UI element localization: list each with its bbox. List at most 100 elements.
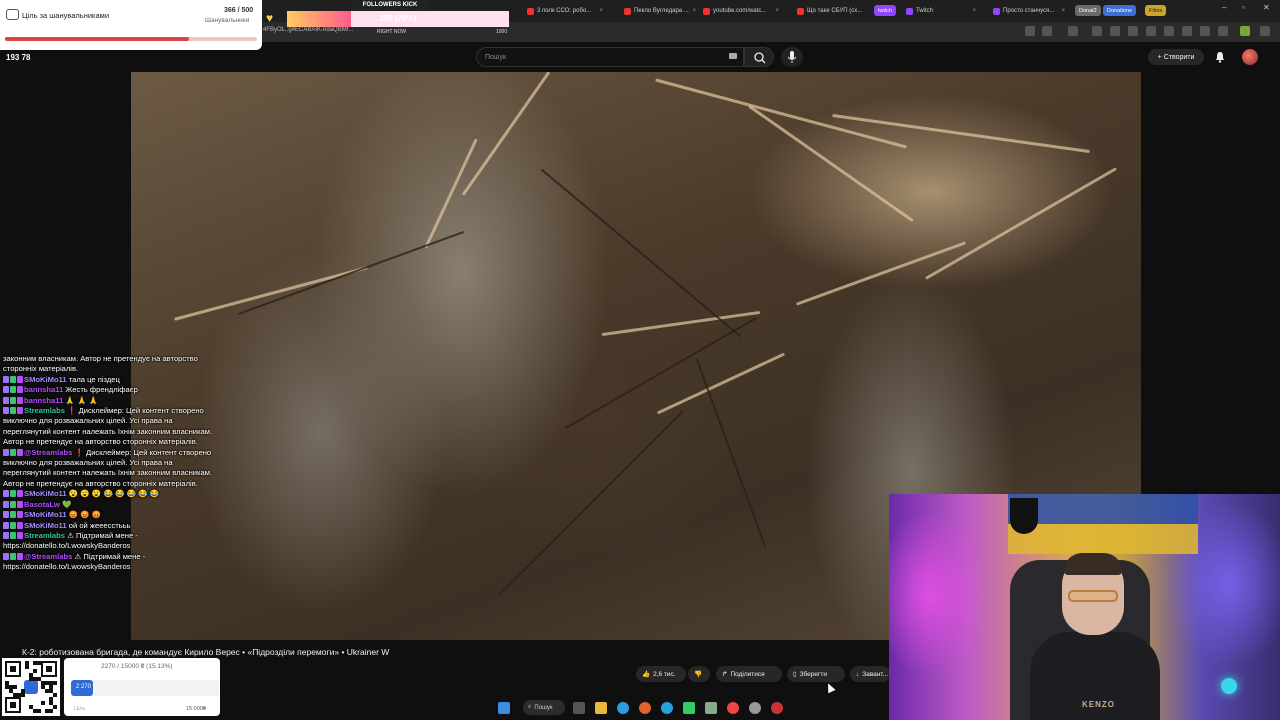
minimize-icon[interactable]: –	[1222, 3, 1226, 12]
chat-message: SMoKiMo11 ой ой жееесстььь	[3, 521, 217, 531]
tab-label: 3 полк ССО: робо...	[537, 8, 592, 14]
qr-module	[53, 693, 57, 697]
chat-message: bannsha11 Жесть френдліфаєр	[3, 385, 217, 395]
chat-badge-icon	[17, 552, 23, 560]
browser-tab[interactable]: youtube.com/watc... ×	[699, 3, 783, 19]
task-view-icon[interactable]	[573, 702, 585, 714]
browser-tab[interactable]: Пекло Вугледара ... ×	[620, 3, 700, 19]
browser-tab[interactable]: Просто станчуся... ×	[989, 3, 1069, 19]
close-window-icon[interactable]: ✕	[1263, 3, 1270, 12]
extension-icon[interactable]	[1092, 26, 1102, 36]
chrome-icon[interactable]	[727, 702, 739, 714]
app-icon[interactable]	[749, 702, 761, 714]
translate-icon[interactable]	[1025, 26, 1035, 36]
video-detail	[924, 167, 1118, 280]
voice-search-button[interactable]	[781, 47, 803, 67]
file-explorer-icon[interactable]	[595, 702, 607, 714]
chat-badge-icon	[17, 500, 23, 508]
close-tab-icon[interactable]: ×	[972, 8, 976, 14]
goal-progress-fill	[5, 37, 190, 41]
browser-tab[interactable]: Що таке СБУП (сх...×	[793, 3, 863, 19]
chat-badge-icon	[17, 386, 23, 394]
video-detail	[237, 231, 465, 315]
share-label: Поділитися	[730, 670, 765, 678]
chat-badge-icon	[10, 386, 16, 394]
search-button[interactable]	[744, 47, 774, 67]
extension-icon[interactable]	[1110, 26, 1120, 36]
menu-icon[interactable]	[1260, 26, 1270, 36]
qr-code	[2, 658, 60, 716]
chat-username: @Streamlabs	[24, 447, 73, 457]
close-tab-icon[interactable]: ×	[775, 8, 779, 14]
app-icon[interactable]	[705, 702, 717, 714]
app-icon[interactable]	[683, 702, 695, 714]
edge-icon[interactable]	[617, 702, 629, 714]
chat-badge-icon	[10, 500, 16, 508]
taskbar-search[interactable]: ⌕ Пошук	[523, 700, 565, 715]
taskbar-search-label: Пошук	[534, 704, 553, 711]
profile-icon[interactable]	[1240, 26, 1250, 36]
qr-module	[49, 709, 53, 713]
firefox-icon[interactable]	[639, 702, 651, 714]
bookmark-donat2[interactable]: Donat2	[1075, 5, 1101, 16]
tab-twitch-pill[interactable]: twitch	[874, 5, 897, 16]
chat-message: SMoKiMo11 😮 😮 😮 😂 😂 😂 😂 😂	[3, 489, 217, 499]
extension-icon[interactable]	[1164, 26, 1174, 36]
donation-raised: 2 270	[76, 684, 92, 690]
chat-message: Streamlabs ⚠ Підтримай мене - https://do…	[3, 531, 217, 552]
extension-icon[interactable]	[1200, 26, 1210, 36]
lamp	[1221, 678, 1237, 694]
chat-message: законним власникам. Автор не претендує н…	[3, 354, 217, 375]
extension-icon[interactable]	[1218, 26, 1228, 36]
chat-message: Streamlabs ❗ Дисклеймер: Цей контент ств…	[3, 406, 217, 448]
create-button[interactable]: + Створити	[1148, 49, 1204, 65]
extension-icon[interactable]	[1182, 26, 1192, 36]
chat-username: Streamlabs	[24, 406, 65, 416]
bookmark-films[interactable]: Films	[1145, 5, 1167, 16]
chat-message: @Streamlabs ⚠ Підтримай мене - https://d…	[3, 552, 217, 573]
video-detail	[174, 266, 368, 321]
video-title: К-2: роботизована бригада, де командує К…	[22, 647, 390, 657]
chat-username: SMoKiMo11	[24, 374, 67, 384]
chat-username: bannsha11	[24, 395, 64, 405]
video-detail	[832, 113, 1090, 154]
qr-module	[53, 681, 57, 685]
thumbs-down-icon: 👎	[694, 671, 703, 678]
shirt-text: KENZO	[1082, 700, 1115, 709]
extension-icon[interactable]	[1146, 26, 1156, 36]
close-tab-icon[interactable]: ×	[1061, 8, 1065, 14]
video-detail	[461, 72, 551, 196]
keyboard-icon[interactable]	[729, 53, 737, 59]
qr-module	[37, 661, 41, 665]
chat-text: 😡 😡 😡	[68, 510, 102, 520]
bell-icon[interactable]	[1213, 50, 1227, 64]
star-icon[interactable]	[1042, 26, 1052, 36]
search-input[interactable]: Пошук	[476, 47, 744, 67]
goal-title: Ціль за шанувальниками	[22, 11, 110, 20]
extension-icon[interactable]	[1068, 26, 1078, 36]
qr-module	[37, 709, 41, 713]
share-button[interactable]: ↱ Поділитися	[716, 666, 782, 682]
browser-tab[interactable]: Twitch ×	[902, 3, 980, 19]
extension-icon[interactable]	[1128, 26, 1138, 36]
windows-start-icon[interactable]	[498, 702, 510, 714]
dislike-button[interactable]: 👎	[688, 666, 710, 682]
chat-badge-icon	[17, 448, 23, 456]
maximize-icon[interactable]: ▫	[1242, 3, 1245, 12]
close-tab-icon[interactable]: ×	[692, 8, 696, 14]
screen: 3 полк ССО: робо... × Пекло Вугледара ... ×…	[0, 0, 1280, 720]
telegram-icon[interactable]	[661, 702, 673, 714]
download-button[interactable]: ↓ Завант...	[850, 666, 890, 682]
qr-module	[25, 665, 29, 669]
tab-label: Twitch	[916, 8, 934, 14]
close-tab-icon[interactable]: ×	[599, 8, 603, 14]
avatar[interactable]	[1242, 49, 1258, 65]
browser-tab[interactable]: 3 полк ССО: робо... ×	[523, 3, 607, 19]
like-button[interactable]: 👍 2,6 тис.	[636, 666, 686, 682]
save-button[interactable]: ▯ Зберегти	[787, 666, 845, 682]
obs-icon[interactable]	[771, 702, 783, 714]
chat-overlay: законним власникам. Автор не претендує н…	[3, 354, 217, 649]
url-text[interactable]: 4FByOL..g4ECABAIK-ndaQBMf...	[263, 27, 353, 33]
chat-username: SMoKiMo11	[24, 489, 67, 499]
bookmark-donations[interactable]: Donations	[1103, 5, 1136, 16]
